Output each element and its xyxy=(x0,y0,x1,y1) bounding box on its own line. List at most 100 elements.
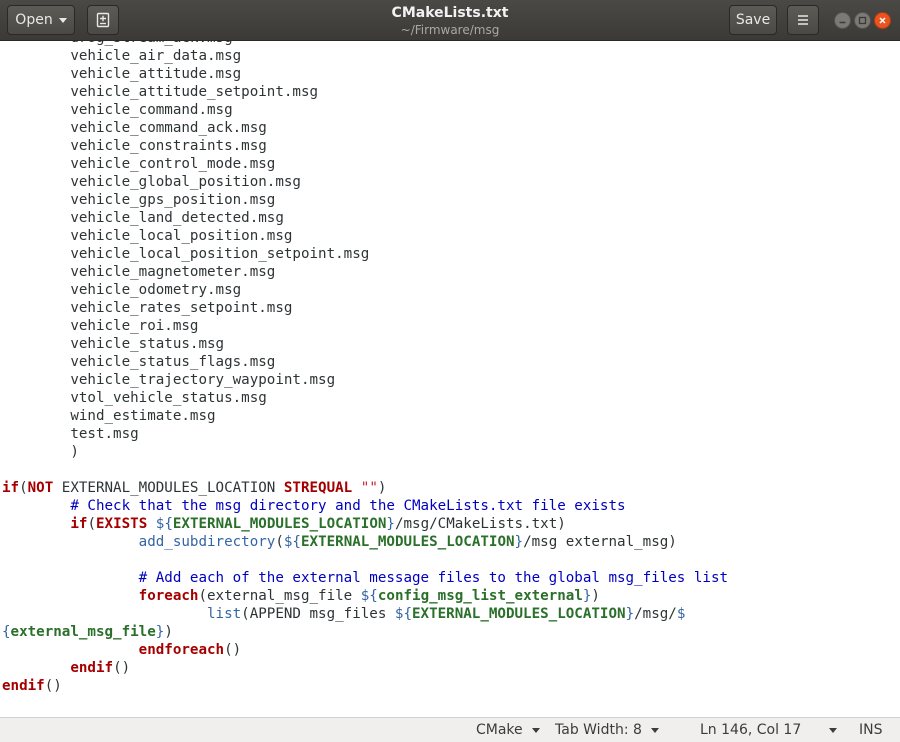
window-title-area: CMakeLists.txt ~/Firmware/msg xyxy=(250,3,650,38)
code-line: foreach(external_msg_file ${config_msg_l… xyxy=(2,587,728,605)
code-token: endforeach xyxy=(138,642,225,658)
code-token: ${ xyxy=(155,516,173,532)
code-line: vehicle_rates_setpoint.msg xyxy=(2,299,728,317)
code-token: # Check that the msg directory and the C… xyxy=(70,498,626,514)
open-button[interactable]: Open xyxy=(7,5,75,35)
window-title: CMakeLists.txt xyxy=(391,5,509,21)
code-token: } xyxy=(625,606,635,622)
maximize-icon xyxy=(858,16,867,25)
new-document-button[interactable] xyxy=(87,5,119,35)
code-token: () xyxy=(224,642,242,658)
code-token: vehicle_local_position_setpoint.msg xyxy=(2,246,370,262)
code-token: drog_stream_ack.msg xyxy=(2,41,232,46)
code-line: vehicle_roi.msg xyxy=(2,317,728,335)
text-editor[interactable]: drog_stream_ack.msg vehicle_air_data.msg… xyxy=(0,41,900,717)
code-token: (APPEND msg_files xyxy=(241,606,395,622)
menu-button[interactable] xyxy=(787,5,819,35)
new-document-icon xyxy=(96,12,110,28)
editor-window: Open CMakeLists.txt ~/Firmware/msg Save xyxy=(0,0,900,742)
code-token: vehicle_command_ack.msg xyxy=(2,120,267,136)
code-token: vehicle_control_mode.msg xyxy=(2,156,276,172)
code-line: vehicle_land_detected.msg xyxy=(2,209,728,227)
code-line: vehicle_odometry.msg xyxy=(2,281,728,299)
code-token: vehicle_local_position.msg xyxy=(2,228,293,244)
code-line: ) xyxy=(2,443,728,461)
code-token: vehicle_roi.msg xyxy=(2,318,199,334)
code-line: vehicle_attitude_setpoint.msg xyxy=(2,83,728,101)
code-token: STREQUAL xyxy=(283,480,353,496)
code-token: ) xyxy=(164,624,173,640)
code-token: EXTERNAL_MODULES_LOCATION xyxy=(412,606,626,622)
code-token: # Add each of the external message files… xyxy=(138,570,729,586)
code-line: vehicle_gps_position.msg xyxy=(2,191,728,209)
code-token: vehicle_trajectory_waypoint.msg xyxy=(2,372,336,388)
tab-width-label: Tab Width: 8 xyxy=(555,722,642,738)
code-token: NOT xyxy=(27,480,54,496)
code-token: $ xyxy=(676,606,686,622)
tab-width-selector[interactable]: Tab Width: 8 xyxy=(555,721,659,739)
minimize-button[interactable] xyxy=(834,12,851,29)
code-token: () xyxy=(113,660,131,676)
code-token: vehicle_status_flags.msg xyxy=(2,354,276,370)
code-line: vehicle_local_position.msg xyxy=(2,227,728,245)
code-token: endif xyxy=(2,678,45,694)
maximize-button[interactable] xyxy=(854,12,871,29)
code-view[interactable]: drog_stream_ack.msg vehicle_air_data.msg… xyxy=(2,41,728,695)
code-line: vehicle_constraints.msg xyxy=(2,137,728,155)
code-token: add_subdirectory xyxy=(138,534,276,550)
code-token: ( xyxy=(19,480,28,496)
chevron-down-icon xyxy=(58,17,67,23)
code-token: EXTERNAL_MODULES_LOCATION xyxy=(172,516,387,532)
code-line: vtol_vehicle_status.msg xyxy=(2,389,728,407)
code-token: list xyxy=(207,606,242,622)
code-token: test.msg xyxy=(2,426,139,442)
code-token: EXISTS xyxy=(95,516,148,532)
code-token: vehicle_attitude_setpoint.msg xyxy=(2,84,319,100)
code-line: vehicle_trajectory_waypoint.msg xyxy=(2,371,728,389)
code-token: endif xyxy=(70,660,114,676)
code-token: "" xyxy=(360,480,378,496)
code-token: vehicle_air_data.msg xyxy=(2,48,242,64)
code-token: /msg/ xyxy=(634,606,677,622)
code-token: vehicle_status.msg xyxy=(2,336,225,352)
hamburger-menu-icon xyxy=(798,15,808,25)
code-line: test.msg xyxy=(2,425,728,443)
code-token: ${ xyxy=(360,588,378,604)
code-token: vehicle_land_detected.msg xyxy=(2,210,284,226)
close-button[interactable] xyxy=(874,12,891,29)
code-line: vehicle_local_position_setpoint.msg xyxy=(2,245,728,263)
save-button[interactable]: Save xyxy=(729,5,777,35)
code-token: vehicle_odometry.msg xyxy=(2,282,242,298)
code-token: vehicle_gps_position.msg xyxy=(2,192,276,208)
code-token: ) xyxy=(591,588,600,604)
code-token: (external_msg_file xyxy=(198,588,361,604)
code-token: EXTERNAL_MODULES_LOCATION xyxy=(300,534,515,550)
header-bar: Open CMakeLists.txt ~/Firmware/msg Save xyxy=(0,0,900,41)
cursor-position-selector[interactable]: Ln 146, Col 17 xyxy=(700,721,838,739)
chevron-down-icon xyxy=(531,727,540,733)
code-line: vehicle_air_data.msg xyxy=(2,47,728,65)
code-token: vehicle_global_position.msg xyxy=(2,174,301,190)
insert-mode-indicator[interactable]: INS xyxy=(859,721,883,739)
code-token: EXTERNAL_MODULES_LOCATION xyxy=(53,480,284,496)
code-token: vehicle_magnetometer.msg xyxy=(2,264,276,280)
code-line: vehicle_magnetometer.msg xyxy=(2,263,728,281)
code-line: add_subdirectory(${EXTERNAL_MODULES_LOCA… xyxy=(2,533,728,551)
status-bar: CMake Tab Width: 8 Ln 146, Col 17 INS xyxy=(0,717,900,742)
code-line: vehicle_control_mode.msg xyxy=(2,155,728,173)
code-line: vehicle_status_flags.msg xyxy=(2,353,728,371)
language-selector[interactable]: CMake xyxy=(476,721,540,739)
code-token: if xyxy=(2,480,20,496)
code-token: ) xyxy=(2,444,79,460)
insert-mode-label: INS xyxy=(859,722,883,738)
